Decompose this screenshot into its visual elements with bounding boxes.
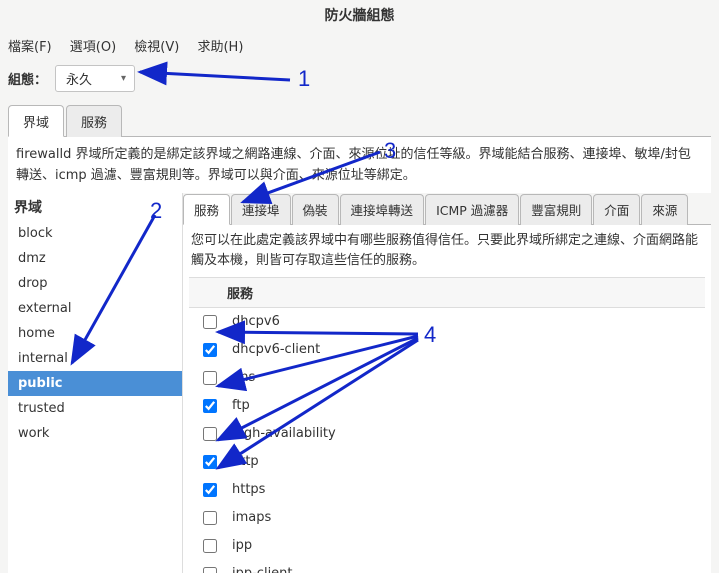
menu-options[interactable]: 選項(O) bbox=[70, 36, 116, 55]
service-row-ipp-client[interactable]: ipp-client bbox=[189, 560, 705, 573]
service-label: ipp-client bbox=[232, 566, 293, 572]
window-title: 防火牆組態 bbox=[0, 0, 719, 33]
service-checkbox-dhcpv6-client[interactable] bbox=[203, 343, 217, 357]
service-checkbox-dns[interactable] bbox=[203, 371, 217, 385]
zone-description: firewalld 界域所定義的是綁定該界域之網路連線、介面、來源位址的信任等級… bbox=[8, 137, 711, 193]
config-row: 組態： 永久 ▾ bbox=[0, 61, 719, 102]
zone-item-block[interactable]: block bbox=[8, 221, 182, 246]
service-row-high-availability[interactable]: high-availability bbox=[189, 420, 705, 448]
subtab-sources[interactable]: 來源 bbox=[641, 194, 688, 225]
zone-list: blockdmzdropexternalhomeinternalpublictr… bbox=[8, 221, 182, 446]
tab-zones[interactable]: 界域 bbox=[8, 105, 64, 137]
service-row-imaps[interactable]: imaps bbox=[189, 504, 705, 532]
main-area: 界域 blockdmzdropexternalhomeinternalpubli… bbox=[8, 193, 711, 573]
subtab-services[interactable]: 服務 bbox=[183, 194, 230, 225]
menu-view[interactable]: 檢視(V) bbox=[134, 36, 179, 55]
subtab-icmp-filter[interactable]: ICMP 過濾器 bbox=[425, 194, 519, 225]
service-row-https[interactable]: https bbox=[189, 476, 705, 504]
zone-item-drop[interactable]: drop bbox=[8, 271, 182, 296]
service-row-ftp[interactable]: ftp bbox=[189, 392, 705, 420]
sub-tab-bar: 服務 連接埠 偽裝 連接埠轉送 ICMP 過濾器 豐富規則 介面 來源 bbox=[183, 193, 711, 225]
subtab-rich-rules[interactable]: 豐富規則 bbox=[520, 194, 592, 225]
config-label: 組態： bbox=[8, 69, 47, 88]
service-label: http bbox=[232, 454, 259, 469]
service-label: imaps bbox=[232, 510, 271, 525]
service-label: dhcpv6 bbox=[232, 314, 280, 329]
menu-bar: 檔案(F) 選項(O) 檢視(V) 求助(H) bbox=[0, 33, 719, 61]
zone-item-public[interactable]: public bbox=[8, 371, 182, 396]
service-table: 服務 dhcpv6 dhcpv6-client dns ftp high-availab… bbox=[189, 277, 705, 573]
service-label: https bbox=[232, 482, 265, 497]
service-checkbox-dhcpv6[interactable] bbox=[203, 315, 217, 329]
menu-file[interactable]: 檔案(F) bbox=[8, 36, 52, 55]
top-tab-bar: 界域 服務 bbox=[8, 104, 711, 137]
subtab-interfaces[interactable]: 介面 bbox=[593, 194, 640, 225]
zone-item-dmz[interactable]: dmz bbox=[8, 246, 182, 271]
config-dropdown[interactable]: 永久 ▾ bbox=[55, 65, 135, 92]
service-row-dhcpv6[interactable]: dhcpv6 bbox=[189, 308, 705, 336]
config-selected-value: 永久 bbox=[66, 69, 92, 88]
tab-services[interactable]: 服務 bbox=[66, 105, 122, 137]
zone-panel: 界域 blockdmzdropexternalhomeinternalpubli… bbox=[8, 193, 183, 573]
zone-item-work[interactable]: work bbox=[8, 421, 182, 446]
service-checkbox-ipp[interactable] bbox=[203, 539, 217, 553]
service-checkbox-ipp-client[interactable] bbox=[203, 567, 217, 573]
service-column-header: 服務 bbox=[189, 278, 705, 308]
service-checkbox-imaps[interactable] bbox=[203, 511, 217, 525]
chevron-down-icon: ▾ bbox=[121, 73, 126, 84]
service-checkbox-https[interactable] bbox=[203, 483, 217, 497]
menu-help[interactable]: 求助(H) bbox=[197, 36, 243, 55]
right-panel: 服務 連接埠 偽裝 連接埠轉送 ICMP 過濾器 豐富規則 介面 來源 您可以在… bbox=[183, 193, 711, 573]
zone-item-external[interactable]: external bbox=[8, 296, 182, 321]
services-description: 您可以在此處定義該界域中有哪些服務值得信任。只要此界域所綁定之連線、介面網路能觸… bbox=[183, 225, 711, 277]
zone-item-internal[interactable]: internal bbox=[8, 346, 182, 371]
service-row-dns[interactable]: dns bbox=[189, 364, 705, 392]
zone-item-trusted[interactable]: trusted bbox=[8, 396, 182, 421]
service-label: high-availability bbox=[232, 426, 336, 441]
service-label: ftp bbox=[232, 398, 250, 413]
service-row-dhcpv6-client[interactable]: dhcpv6-client bbox=[189, 336, 705, 364]
service-row-ipp[interactable]: ipp bbox=[189, 532, 705, 560]
subtab-ports[interactable]: 連接埠 bbox=[231, 194, 291, 225]
service-row-http[interactable]: http bbox=[189, 448, 705, 476]
subtab-port-forward[interactable]: 連接埠轉送 bbox=[340, 194, 425, 225]
service-label: dns bbox=[232, 370, 255, 385]
service-checkbox-ftp[interactable] bbox=[203, 399, 217, 413]
zone-panel-header: 界域 bbox=[8, 193, 182, 221]
service-checkbox-high-availability[interactable] bbox=[203, 427, 217, 441]
zone-item-home[interactable]: home bbox=[8, 321, 182, 346]
service-label: dhcpv6-client bbox=[232, 342, 320, 357]
service-label: ipp bbox=[232, 538, 252, 553]
service-checkbox-http[interactable] bbox=[203, 455, 217, 469]
subtab-masquerade[interactable]: 偽裝 bbox=[292, 194, 339, 225]
